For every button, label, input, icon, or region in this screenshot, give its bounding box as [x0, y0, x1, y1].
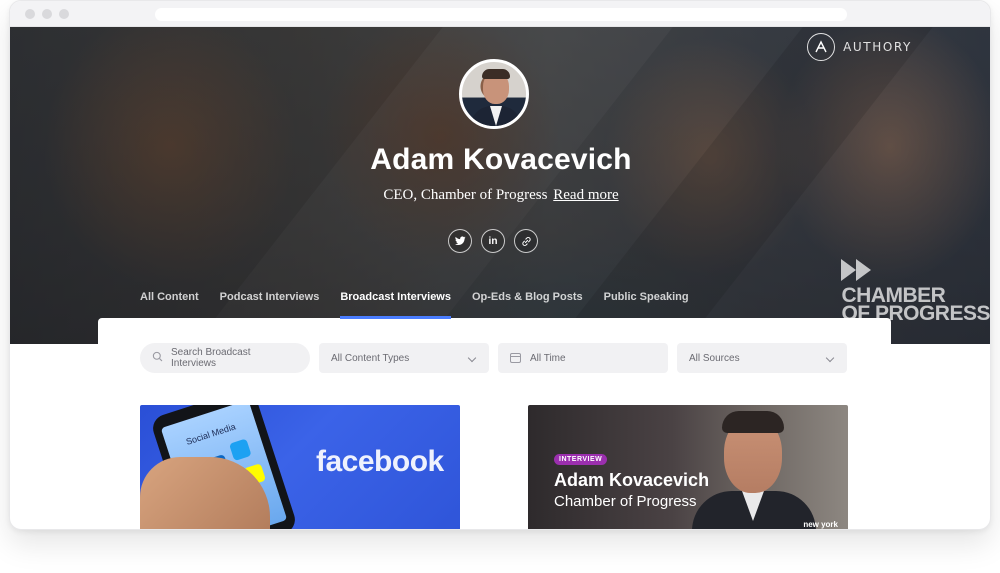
link-icon[interactable]	[514, 229, 538, 253]
authory-logo[interactable]: AUTHORY	[807, 33, 912, 61]
authory-mark-icon	[807, 33, 836, 61]
tab-op-eds-blog-posts[interactable]: Op-Eds & Blog Posts	[472, 289, 583, 319]
content-card-facebook[interactable]: Social Media facebook	[140, 405, 460, 529]
time-select[interactable]: All Time	[498, 343, 668, 373]
content-types-select[interactable]: All Content Types	[319, 343, 489, 373]
sources-value: All Sources	[689, 352, 740, 364]
profile-subtitle: CEO, Chamber of Progress Read more	[10, 187, 990, 204]
phone-screen-label: Social Media	[184, 421, 237, 447]
content-types-value: All Content Types	[331, 352, 410, 364]
search-icon	[152, 351, 163, 365]
interviewee-portrait	[692, 405, 818, 529]
content-card-interview[interactable]: INTERVIEW Adam Kovacevich Chamber of Pro…	[528, 405, 848, 529]
window-maximize-dot[interactable]	[59, 9, 69, 19]
tab-public-speaking[interactable]: Public Speaking	[604, 289, 689, 319]
fast-forward-icon	[841, 259, 990, 281]
profile-hero: AUTHORY Adam Kovacevich CEO, Chamber of …	[10, 27, 990, 344]
chevron-down-icon	[825, 353, 835, 363]
browser-window: AUTHORY Adam Kovacevich CEO, Chamber of …	[9, 0, 991, 530]
window-close-dot[interactable]	[25, 9, 35, 19]
social-links: in	[448, 229, 538, 253]
tab-all-content[interactable]: All Content	[140, 289, 199, 319]
facebook-wordmark: facebook	[316, 445, 444, 478]
search-input[interactable]: Search Broadcast Interviews	[140, 343, 310, 373]
twitter-icon[interactable]	[448, 229, 472, 253]
authory-wordmark: AUTHORY	[843, 40, 912, 54]
avatar	[459, 59, 529, 129]
profile-title: CEO, Chamber of Progress	[383, 187, 548, 203]
card-title: Adam Kovacevich	[554, 470, 710, 490]
chevron-down-icon	[467, 353, 477, 363]
content-tabs: All Content Podcast Interviews Broadcast…	[140, 289, 689, 319]
sources-select[interactable]: All Sources	[677, 343, 847, 373]
read-more-link[interactable]: Read more	[553, 187, 618, 203]
browser-chrome	[10, 1, 990, 27]
interview-badge: INTERVIEW	[554, 454, 608, 465]
linkedin-icon[interactable]: in	[481, 229, 505, 253]
tab-broadcast-interviews[interactable]: Broadcast Interviews	[340, 289, 451, 319]
card-subtitle: Chamber of Progress	[554, 493, 697, 510]
chamber-of-progress-logo: CHAMBER OF PROGRESS	[841, 259, 990, 325]
twitter-icon	[228, 438, 252, 462]
org-logo-line-2: OF PROGRESS	[841, 302, 990, 325]
profile-name: Adam Kovacevich	[370, 143, 632, 176]
address-bar[interactable]	[155, 8, 847, 21]
source-logo: new york	[803, 520, 838, 529]
time-value: All Time	[530, 352, 566, 364]
filter-bar: Search Broadcast Interviews All Content …	[140, 343, 847, 373]
window-minimize-dot[interactable]	[42, 9, 52, 19]
calendar-icon	[510, 353, 521, 363]
tab-podcast-interviews[interactable]: Podcast Interviews	[220, 289, 320, 319]
search-placeholder: Search Broadcast Interviews	[171, 347, 251, 369]
content-panel: Search Broadcast Interviews All Content …	[98, 318, 891, 529]
